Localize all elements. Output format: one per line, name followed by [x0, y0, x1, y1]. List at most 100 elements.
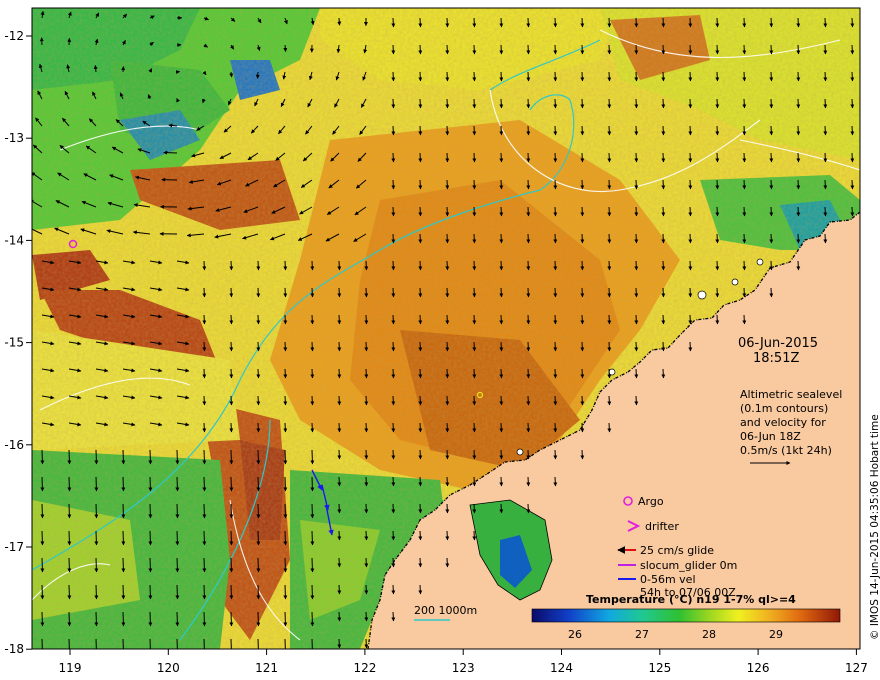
lat-tick-label: -14: [4, 233, 24, 247]
velocity-vector: [337, 287, 342, 298]
velocity-vector: [67, 584, 72, 600]
velocity-vector: [310, 503, 315, 519]
velocity-vector: [634, 287, 639, 298]
velocity-vector: [364, 503, 369, 514]
velocity-vector: [661, 233, 666, 244]
velocity-vector: [445, 314, 450, 325]
velocity-vector: [688, 341, 693, 352]
velocity-vector: [472, 287, 477, 298]
colorbar-tick-label: 27: [635, 628, 649, 641]
velocity-vector: [122, 638, 124, 649]
velocity-vector: [796, 98, 801, 109]
velocity-vector: [391, 422, 396, 433]
velocity-vector: [580, 125, 585, 136]
velocity-vector: [310, 449, 315, 465]
velocity-vector: [283, 341, 288, 352]
velocity-vector: [229, 557, 234, 573]
velocity-vector: [526, 395, 531, 406]
velocity-vector: [445, 557, 450, 568]
velocity-vector: [742, 71, 747, 82]
velocity-vector: [256, 611, 261, 627]
velocity-vector: [607, 152, 612, 163]
velocity-vector: [41, 638, 43, 649]
velocity-vector: [175, 503, 180, 519]
velocity-vector: [310, 611, 315, 627]
velocity-vector: [823, 71, 828, 82]
velocity-vector: [472, 206, 477, 217]
velocity-vector: [391, 503, 396, 514]
velocity-vector: [337, 395, 342, 406]
velocity-vector: [472, 341, 477, 352]
velocity-vector: [553, 341, 558, 352]
velocity-vector: [742, 179, 747, 190]
velocity-vector: [391, 341, 396, 352]
velocity-vector: [310, 341, 315, 352]
credit-text: © IMOS 14-Jun-2015 04:35:06 Hobart time: [869, 414, 880, 640]
velocity-vector: [580, 314, 585, 325]
velocity-vector: [472, 422, 477, 433]
velocity-vector: [418, 98, 423, 109]
velocity-vector: [283, 44, 288, 53]
velocity-vector: [94, 449, 99, 465]
velocity-vector: [688, 179, 693, 190]
velocity-vector: [580, 341, 585, 352]
velocity-vector: [418, 287, 423, 298]
lon-tick-label: 122: [353, 661, 376, 675]
velocity-vector: [337, 314, 342, 325]
velocity-vector: [580, 233, 585, 244]
velocity-vector: [391, 71, 396, 82]
lon-tick-label: 119: [59, 661, 82, 675]
velocity-vector: [661, 71, 666, 82]
velocity-vector: [499, 44, 504, 55]
velocity-vector: [364, 395, 369, 406]
velocity-vector: [823, 44, 828, 55]
velocity-vector: [526, 422, 531, 433]
velocity-vector: [688, 98, 693, 109]
bathymetry-legend-label: 200 1000m: [414, 604, 477, 617]
velocity-vector: [148, 476, 153, 492]
velocity-vector: [796, 233, 801, 244]
velocity-vector: [526, 17, 531, 28]
velocity-vector: [364, 368, 369, 379]
velocity-vector: [472, 152, 477, 163]
velocity-vector: [229, 287, 234, 298]
velocity-vector: [742, 287, 747, 298]
velocity-vector: [445, 17, 450, 28]
velocity-vector: [418, 449, 423, 460]
velocity-vector: [472, 98, 477, 109]
velocity-vector: [472, 125, 477, 136]
velocity-vector: [418, 206, 423, 217]
velocity-vector: [391, 449, 396, 460]
velocity-vector: [418, 152, 423, 163]
velocity-vector: [580, 368, 585, 379]
velocity-vector: [337, 341, 342, 352]
velocity-vector: [364, 422, 369, 433]
lon-tick-label: 121: [255, 661, 278, 675]
velocity-vector: [94, 503, 99, 519]
velocity-vector: [823, 17, 828, 28]
velocity-vector: [176, 638, 178, 649]
velocity-vector: [175, 584, 180, 600]
velocity-vector: [499, 206, 504, 217]
velocity-vector: [364, 611, 369, 622]
velocity-vector: [445, 476, 450, 487]
velocity-vector: [364, 557, 369, 568]
velocity-vector: [715, 233, 720, 244]
velocity-vector: [742, 314, 747, 325]
velocity-vector: [769, 260, 774, 271]
velocity-vector: [418, 125, 423, 136]
velocity-vector: [472, 395, 477, 406]
velocity-vector: [553, 395, 558, 406]
velocity-vector: [418, 71, 423, 82]
velocity-vector: [94, 611, 99, 627]
velocity-vector: [445, 98, 450, 109]
velocity-vector: [580, 98, 585, 109]
altimetry-line: 0.5m/s (1kt 24h): [740, 444, 832, 457]
velocity-vector: [445, 530, 450, 541]
velocity-vector: [148, 584, 153, 600]
velocity-vector: [634, 44, 639, 55]
velocity-vector: [337, 449, 342, 460]
velocity-vector: [202, 557, 207, 573]
velocity-vector: [580, 17, 585, 28]
velocity-vector: [769, 125, 774, 136]
